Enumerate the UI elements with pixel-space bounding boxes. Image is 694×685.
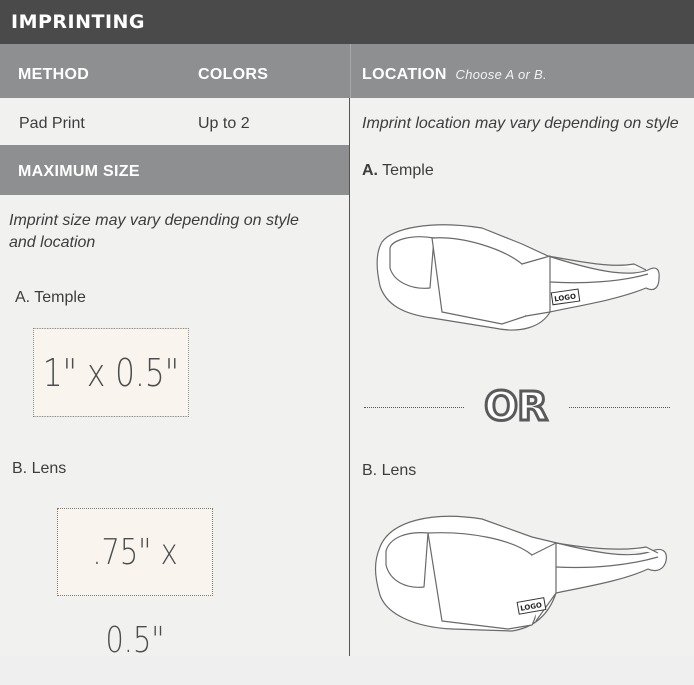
imprinting-page: IMPRINTING METHOD COLORS LOCATION Choose… — [0, 0, 694, 661]
maximum-size-header: MAXIMUM SIZE — [0, 145, 349, 195]
glasses-lens-illustration: LOGO — [374, 515, 667, 632]
or-text: OR — [483, 383, 550, 432]
size-a-value: 1" x 0.5" — [42, 351, 180, 395]
colors-column-header: COLORS — [198, 66, 269, 83]
header-divider — [350, 44, 351, 98]
location-a-label: A. Temple — [362, 162, 434, 180]
colors-value: Up to 2 — [198, 115, 250, 132]
column-divider — [349, 98, 350, 656]
location-hint: Choose A or B. — [455, 67, 547, 82]
table-header-row: METHOD COLORS LOCATION Choose A or B. — [0, 44, 694, 98]
location-header-label: LOCATION — [362, 66, 447, 83]
size-b-label: B. Lens — [12, 460, 67, 477]
method-value: Pad Print — [19, 115, 85, 132]
size-note-line1: Imprint size may vary depending on style — [9, 212, 299, 229]
size-b-box: .75" x 0.5" — [57, 508, 213, 661]
or-line-right — [569, 407, 670, 408]
size-note-line2: and location — [9, 234, 96, 251]
location-b-label: B. Lens — [362, 462, 417, 479]
location-column-header: LOCATION Choose A or B. — [362, 44, 547, 106]
location-a-name: Temple — [382, 162, 434, 179]
size-b-value: .75" x 0.5" — [92, 532, 178, 661]
location-a-prefix: A. — [362, 162, 378, 179]
or-line-left — [364, 407, 464, 408]
size-a-box: 1" x 0.5" — [33, 328, 189, 417]
size-a-label: A. Temple — [15, 289, 86, 306]
method-column-header: METHOD — [18, 66, 90, 83]
location-note: Imprint location may vary depending on s… — [362, 115, 679, 132]
glasses-temple-illustration: LOGO — [376, 224, 660, 331]
section-title: IMPRINTING — [0, 0, 694, 44]
